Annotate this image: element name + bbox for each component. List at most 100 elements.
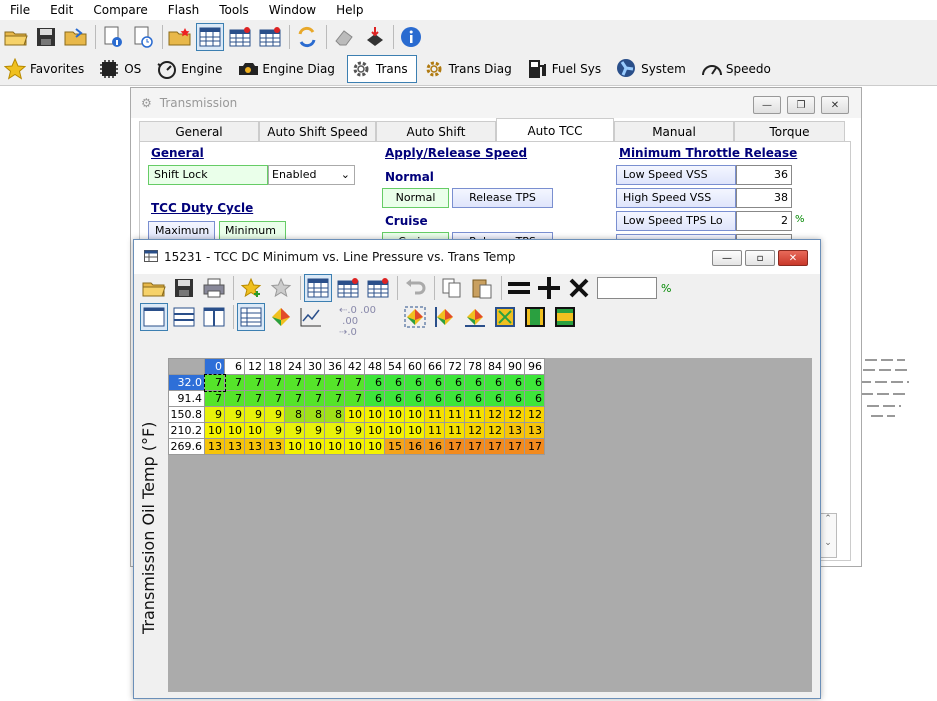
high-speed-vss-value[interactable]: 38 <box>736 188 792 208</box>
table-cell[interactable]: 6 <box>424 390 445 407</box>
fill-horizontal-icon[interactable] <box>521 303 549 331</box>
table-cell[interactable]: 12 <box>524 406 545 423</box>
table-cell[interactable]: 10 <box>384 422 405 439</box>
table-cell[interactable]: 6 <box>384 374 405 391</box>
table-icon[interactable] <box>304 274 332 302</box>
nav-engine[interactable]: Engine <box>153 55 230 83</box>
paste-icon[interactable] <box>468 274 496 302</box>
table-cell[interactable]: 7 <box>244 374 265 391</box>
table-cell[interactable]: 7 <box>264 374 285 391</box>
table-cell[interactable]: 13 <box>204 438 225 455</box>
nav-trans-diag[interactable]: Trans Diag <box>421 55 520 83</box>
column-header[interactable]: 72 <box>444 358 465 375</box>
table-minimize-button[interactable]: — <box>712 250 742 266</box>
table-cell[interactable]: 11 <box>424 406 445 423</box>
open-folder-icon[interactable] <box>2 23 30 51</box>
table-cell[interactable]: 13 <box>524 422 545 439</box>
minimize-button[interactable]: — <box>753 96 781 114</box>
file-info-icon[interactable] <box>99 23 127 51</box>
save-icon[interactable] <box>32 23 60 51</box>
table-cell[interactable]: 8 <box>304 406 325 423</box>
duty-minimum-button[interactable]: Minimum <box>219 221 286 241</box>
data-table[interactable]: 0 6 12 18 24 30 36 42 48 54 60 66 72 78 84 90 96 32.0 7 7 7 7… <box>168 358 545 455</box>
spin-down-icon[interactable]: ⌄ <box>820 538 836 548</box>
table-cell[interactable]: 7 <box>284 374 305 391</box>
table-cell[interactable]: 13 <box>504 422 525 439</box>
table-cell[interactable]: 7 <box>324 390 345 407</box>
table-cell[interactable]: 9 <box>204 406 225 423</box>
multiply-icon[interactable] <box>565 274 593 302</box>
table-cell[interactable]: 13 <box>264 438 285 455</box>
menu-flash[interactable]: Flash <box>158 0 209 20</box>
view-single-icon[interactable] <box>140 303 168 331</box>
table-cell[interactable]: 15 <box>384 438 405 455</box>
table-cell[interactable]: 9 <box>264 406 285 423</box>
table-cell[interactable]: 7 <box>344 374 365 391</box>
table-close-button[interactable]: ✕ <box>778 250 808 266</box>
table-cell[interactable]: 7 <box>304 390 325 407</box>
decimal-places-icon[interactable]: ⇠.0 .00 .00 ⇢.0 <box>339 305 379 338</box>
menu-tools[interactable]: Tools <box>209 0 259 20</box>
table-cell[interactable]: 8 <box>284 406 305 423</box>
print-icon[interactable] <box>200 274 228 302</box>
table-cell[interactable]: 11 <box>424 422 445 439</box>
table-cell[interactable]: 7 <box>324 374 345 391</box>
nav-fuel-sys[interactable]: Fuel Sys <box>524 55 609 83</box>
table-cell[interactable]: 6 <box>524 374 545 391</box>
table-cell[interactable]: 13 <box>244 438 265 455</box>
table-cell[interactable]: 10 <box>204 422 225 439</box>
low-speed-tps-lo-button[interactable]: Low Speed TPS Lo <box>616 211 736 231</box>
table-cell[interactable]: 10 <box>344 438 365 455</box>
table-cell[interactable]: 7 <box>203 373 226 392</box>
open-folder-icon[interactable] <box>140 274 168 302</box>
table-cell[interactable]: 17 <box>464 438 485 455</box>
column-header[interactable]: 42 <box>344 358 365 375</box>
remove-favorite-icon[interactable] <box>267 274 295 302</box>
folder-star-icon[interactable] <box>166 23 194 51</box>
nav-engine-diag[interactable]: Engine Diag <box>234 55 343 83</box>
line-graph-icon[interactable] <box>297 303 325 331</box>
view-split-vertical-icon[interactable] <box>200 303 228 331</box>
tab-manual[interactable]: Manual <box>614 121 734 142</box>
column-header[interactable]: 12 <box>244 358 265 375</box>
table-icon[interactable] <box>196 23 224 51</box>
menu-edit[interactable]: Edit <box>40 0 83 20</box>
tab-auto-shift-properties[interactable]: Auto Shift Properties <box>376 121 496 159</box>
add-favorite-icon[interactable] <box>237 274 265 302</box>
table-cell[interactable]: 17 <box>484 438 505 455</box>
undo-icon[interactable] <box>401 274 429 302</box>
table-cell[interactable]: 10 <box>224 422 245 439</box>
table-cell[interactable]: 6 <box>464 374 485 391</box>
table-cell[interactable]: 6 <box>384 390 405 407</box>
table-cell[interactable]: 10 <box>384 406 405 423</box>
column-header[interactable]: 36 <box>324 358 345 375</box>
table-compare-icon[interactable] <box>334 274 362 302</box>
table-compare-icon[interactable] <box>226 23 254 51</box>
column-header[interactable]: 24 <box>284 358 305 375</box>
table-cell[interactable]: 6 <box>484 374 505 391</box>
interpolate-vertical-icon[interactable] <box>431 303 459 331</box>
table-cell[interactable]: 9 <box>244 406 265 423</box>
table-cell[interactable]: 9 <box>224 406 245 423</box>
table-cell[interactable]: 7 <box>244 390 265 407</box>
table-cell[interactable]: 10 <box>284 438 305 455</box>
table-cell[interactable]: 11 <box>464 406 485 423</box>
table-cell[interactable]: 6 <box>444 390 465 407</box>
interpolate-horizontal-icon[interactable] <box>461 303 489 331</box>
table-cell[interactable]: 9 <box>264 422 285 439</box>
column-header[interactable]: 96 <box>524 358 545 375</box>
fill-vertical-icon[interactable] <box>551 303 579 331</box>
menu-help[interactable]: Help <box>326 0 373 20</box>
shift-lock-button[interactable]: Shift Lock <box>148 165 268 185</box>
table-cell[interactable]: 7 <box>204 390 225 407</box>
table-cell[interactable]: 9 <box>284 422 305 439</box>
save-icon[interactable] <box>170 274 198 302</box>
table-cell[interactable]: 9 <box>304 422 325 439</box>
tab-general[interactable]: General <box>139 121 259 142</box>
menu-window[interactable]: Window <box>259 0 326 20</box>
column-header[interactable]: 6 <box>224 358 245 375</box>
row-header[interactable]: 150.8 <box>168 406 205 423</box>
table-cell[interactable]: 6 <box>444 374 465 391</box>
column-header[interactable]: 66 <box>424 358 445 375</box>
column-header[interactable]: 54 <box>384 358 405 375</box>
